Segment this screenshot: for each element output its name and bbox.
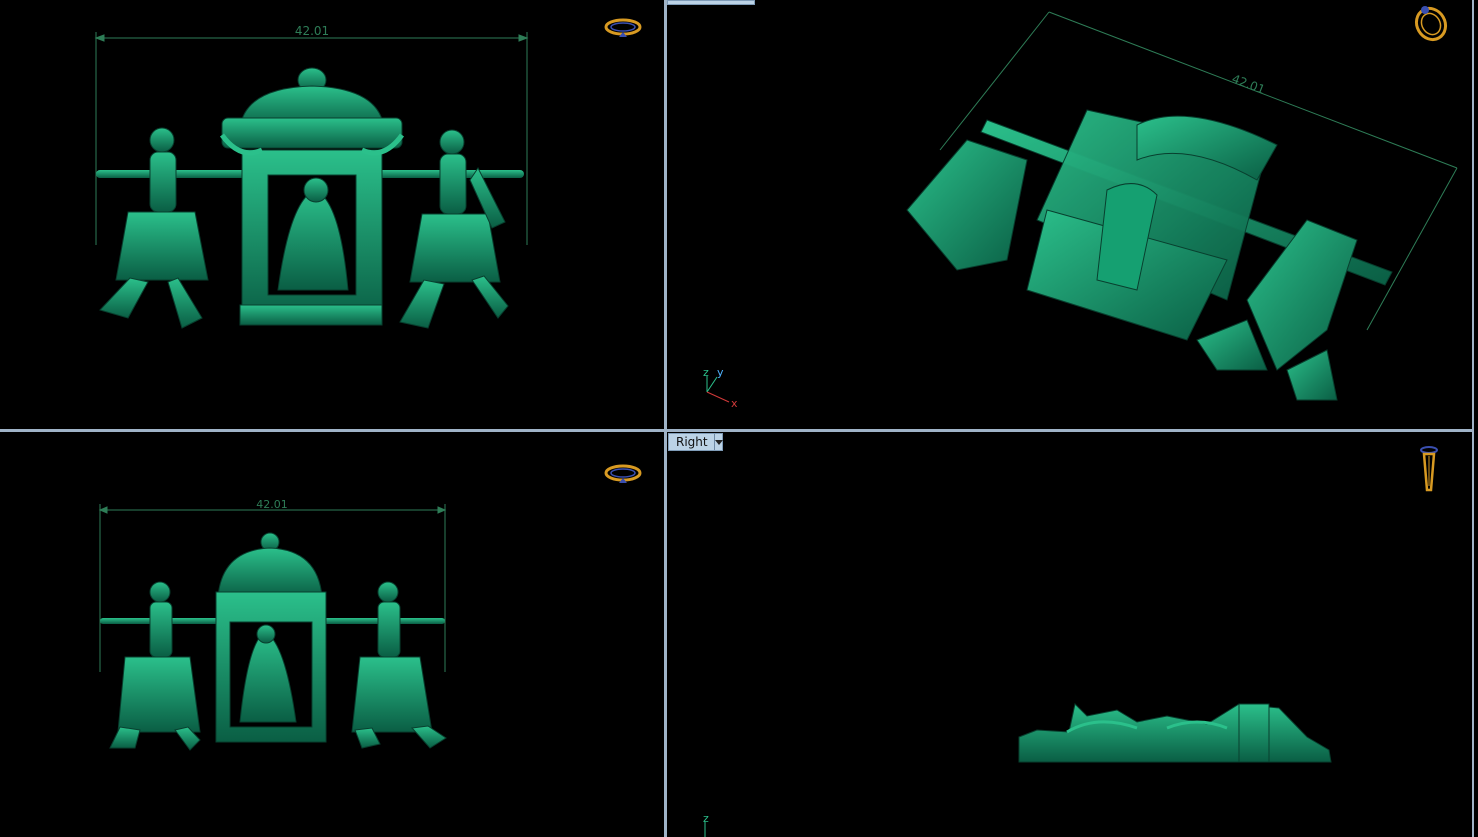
viewport-bottom-right[interactable]: Right z	[667, 432, 1472, 837]
dimension-label: 42.01	[256, 498, 288, 511]
axis-x-label: x	[731, 397, 738, 410]
axis-indicator: z y x	[703, 366, 738, 410]
viewport-bottom-left[interactable]: 42.01	[0, 432, 664, 837]
axis-indicator: z	[703, 812, 709, 837]
top-left-scene: 42.01	[94, 18, 642, 329]
right-edge-border	[1472, 0, 1474, 837]
bottom-right-scene: z	[703, 446, 1438, 837]
ring-3d-gizmo-icon[interactable]	[1411, 3, 1451, 45]
viewport-top-right[interactable]: 42.01 z y x	[667, 0, 1472, 429]
right-carrier-model	[351, 581, 447, 749]
axis-y-label: y	[717, 366, 724, 379]
palanquin-model	[215, 532, 327, 743]
left-carrier-model	[109, 581, 201, 751]
top-right-scene: 42.01 z y x	[703, 3, 1458, 410]
viewport-top-left[interactable]: 42.01	[0, 0, 664, 429]
bottom-left-scene: 42.01	[98, 464, 642, 751]
palanquin-model-perspective	[906, 109, 1393, 401]
axis-z-label: z	[703, 812, 709, 825]
ring-gizmo-icon[interactable]	[604, 18, 642, 37]
right-carrier-model	[399, 129, 509, 329]
dimension-label: 42.01	[1230, 72, 1267, 97]
ring-side-gizmo-icon[interactable]	[1420, 446, 1438, 492]
axis-z-label: z	[703, 366, 709, 379]
left-carrier-model	[99, 127, 209, 329]
ring-gizmo-icon[interactable]	[604, 464, 642, 483]
dimension-label: 42.01	[295, 24, 329, 38]
palanquin-model-side	[1018, 702, 1332, 763]
palanquin-model	[219, 67, 405, 326]
